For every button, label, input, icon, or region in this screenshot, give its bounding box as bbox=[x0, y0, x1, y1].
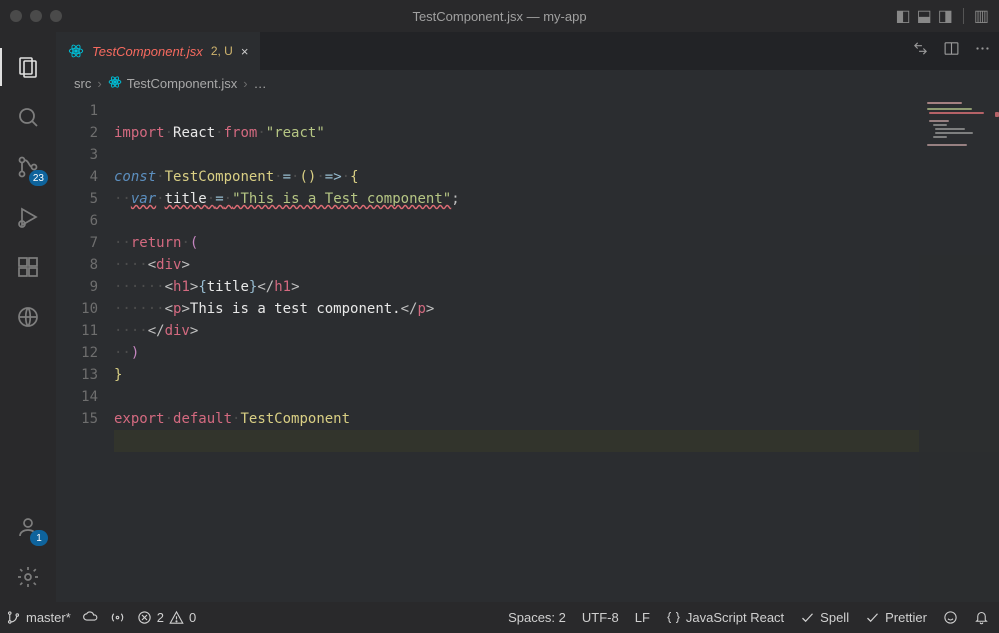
activity-extensions[interactable] bbox=[0, 242, 56, 292]
check-icon bbox=[865, 610, 880, 625]
status-notifications[interactable] bbox=[974, 610, 989, 625]
accounts-badge: 1 bbox=[30, 530, 48, 546]
status-sync[interactable] bbox=[83, 610, 98, 625]
tab-testcomponent[interactable]: TestComponent.jsx 2, U × bbox=[56, 32, 260, 70]
activity-scm[interactable]: 23 bbox=[0, 142, 56, 192]
split-editor-icon[interactable] bbox=[943, 40, 960, 62]
line-number: 12 bbox=[56, 342, 98, 364]
breadcrumb[interactable]: src › TestComponent.jsx › … bbox=[56, 70, 999, 96]
error-count: 2 bbox=[157, 610, 164, 625]
layout-left-icon[interactable]: ◧ bbox=[896, 6, 911, 26]
scm-badge: 23 bbox=[29, 170, 48, 186]
line-number: 14 bbox=[56, 386, 98, 408]
chevron-right-icon: › bbox=[97, 76, 101, 91]
tab-filename: TestComponent.jsx bbox=[92, 44, 203, 59]
window-close-dot[interactable] bbox=[10, 10, 22, 22]
chevron-right-icon: › bbox=[243, 76, 247, 91]
window-title: TestComponent.jsx — my-app bbox=[0, 9, 999, 24]
code-editor[interactable]: 1 2 3 4 5 6 7 8 9 10 11 12 13 14 15 impo… bbox=[56, 96, 999, 602]
titlebar: TestComponent.jsx — my-app ◧ ⬓ ◨ ▥ bbox=[0, 0, 999, 32]
line-number: 4 bbox=[56, 166, 98, 188]
breadcrumb-symbol[interactable]: … bbox=[254, 76, 267, 91]
feedback-icon bbox=[943, 610, 958, 625]
line-gutter: 1 2 3 4 5 6 7 8 9 10 11 12 13 14 15 bbox=[56, 96, 114, 602]
editor-area: TestComponent.jsx 2, U × src › TestCompo… bbox=[56, 32, 999, 602]
status-language[interactable]: JavaScript React bbox=[666, 610, 784, 625]
line-number: 6 bbox=[56, 210, 98, 232]
warning-count: 0 bbox=[189, 610, 196, 625]
activity-bar: 23 1 bbox=[0, 32, 56, 602]
window-controls[interactable] bbox=[10, 10, 62, 22]
activity-explorer[interactable] bbox=[0, 42, 56, 92]
activity-accounts[interactable]: 1 bbox=[0, 502, 56, 552]
git-branch-icon bbox=[6, 610, 21, 625]
code-content[interactable]: import·React·from·"react" const·TestComp… bbox=[114, 96, 999, 602]
editor-actions bbox=[912, 32, 991, 70]
breadcrumb-file[interactable]: TestComponent.jsx bbox=[108, 75, 238, 92]
line-number: 3 bbox=[56, 144, 98, 166]
layout-right-icon[interactable]: ◨ bbox=[938, 6, 953, 26]
check-icon bbox=[800, 610, 815, 625]
more-actions-icon[interactable] bbox=[974, 40, 991, 62]
status-spell[interactable]: Spell bbox=[800, 610, 849, 625]
braces-icon bbox=[666, 610, 681, 625]
tab-dirty-indicator: 2, U bbox=[211, 44, 233, 58]
activity-debug[interactable] bbox=[0, 192, 56, 242]
layout-customize-icon[interactable]: ▥ bbox=[974, 6, 989, 26]
window-zoom-dot[interactable] bbox=[50, 10, 62, 22]
branch-label: master* bbox=[26, 610, 71, 625]
spell-label: Spell bbox=[820, 610, 849, 625]
react-file-icon bbox=[108, 75, 122, 92]
status-prettier[interactable]: Prettier bbox=[865, 610, 927, 625]
line-number: 13 bbox=[56, 364, 98, 386]
bell-icon bbox=[974, 610, 989, 625]
activity-remote[interactable] bbox=[0, 292, 56, 342]
layout-bottom-icon[interactable]: ⬓ bbox=[917, 6, 932, 26]
breadcrumb-file-label: TestComponent.jsx bbox=[127, 76, 238, 91]
compare-changes-icon[interactable] bbox=[912, 40, 929, 62]
line-number: 5 bbox=[56, 188, 98, 210]
window-minimize-dot[interactable] bbox=[30, 10, 42, 22]
cloud-sync-icon bbox=[83, 610, 98, 625]
react-file-icon bbox=[68, 43, 84, 59]
error-icon bbox=[137, 610, 152, 625]
status-feedback[interactable] bbox=[943, 610, 958, 625]
warning-icon bbox=[169, 610, 184, 625]
line-number: 7 bbox=[56, 232, 98, 254]
status-branch[interactable]: master* bbox=[6, 610, 71, 625]
line-number: 8 bbox=[56, 254, 98, 276]
tab-close-icon[interactable]: × bbox=[241, 44, 249, 59]
activity-search[interactable] bbox=[0, 92, 56, 142]
status-problems[interactable]: 2 0 bbox=[137, 610, 196, 625]
status-encoding[interactable]: UTF-8 bbox=[582, 610, 619, 625]
minimap[interactable] bbox=[919, 96, 999, 602]
line-number: 9 bbox=[56, 276, 98, 298]
breadcrumb-folder[interactable]: src bbox=[74, 76, 91, 91]
line-number: 15 bbox=[56, 408, 98, 430]
language-label: JavaScript React bbox=[686, 610, 784, 625]
status-bar: master* 2 0 Spaces: 2 UTF-8 LF JavaScrip… bbox=[0, 602, 999, 633]
title-layout-controls[interactable]: ◧ ⬓ ◨ ▥ bbox=[896, 6, 990, 26]
status-eol[interactable]: LF bbox=[635, 610, 650, 625]
line-number: 10 bbox=[56, 298, 98, 320]
broadcast-icon bbox=[110, 610, 125, 625]
status-spaces[interactable]: Spaces: 2 bbox=[508, 610, 566, 625]
prettier-label: Prettier bbox=[885, 610, 927, 625]
line-number: 1 bbox=[56, 100, 98, 122]
status-live-share[interactable] bbox=[110, 610, 125, 625]
separator bbox=[963, 8, 964, 24]
line-number: 11 bbox=[56, 320, 98, 342]
tab-bar: TestComponent.jsx 2, U × bbox=[56, 32, 999, 70]
activity-settings[interactable] bbox=[0, 552, 56, 602]
line-number: 2 bbox=[56, 122, 98, 144]
